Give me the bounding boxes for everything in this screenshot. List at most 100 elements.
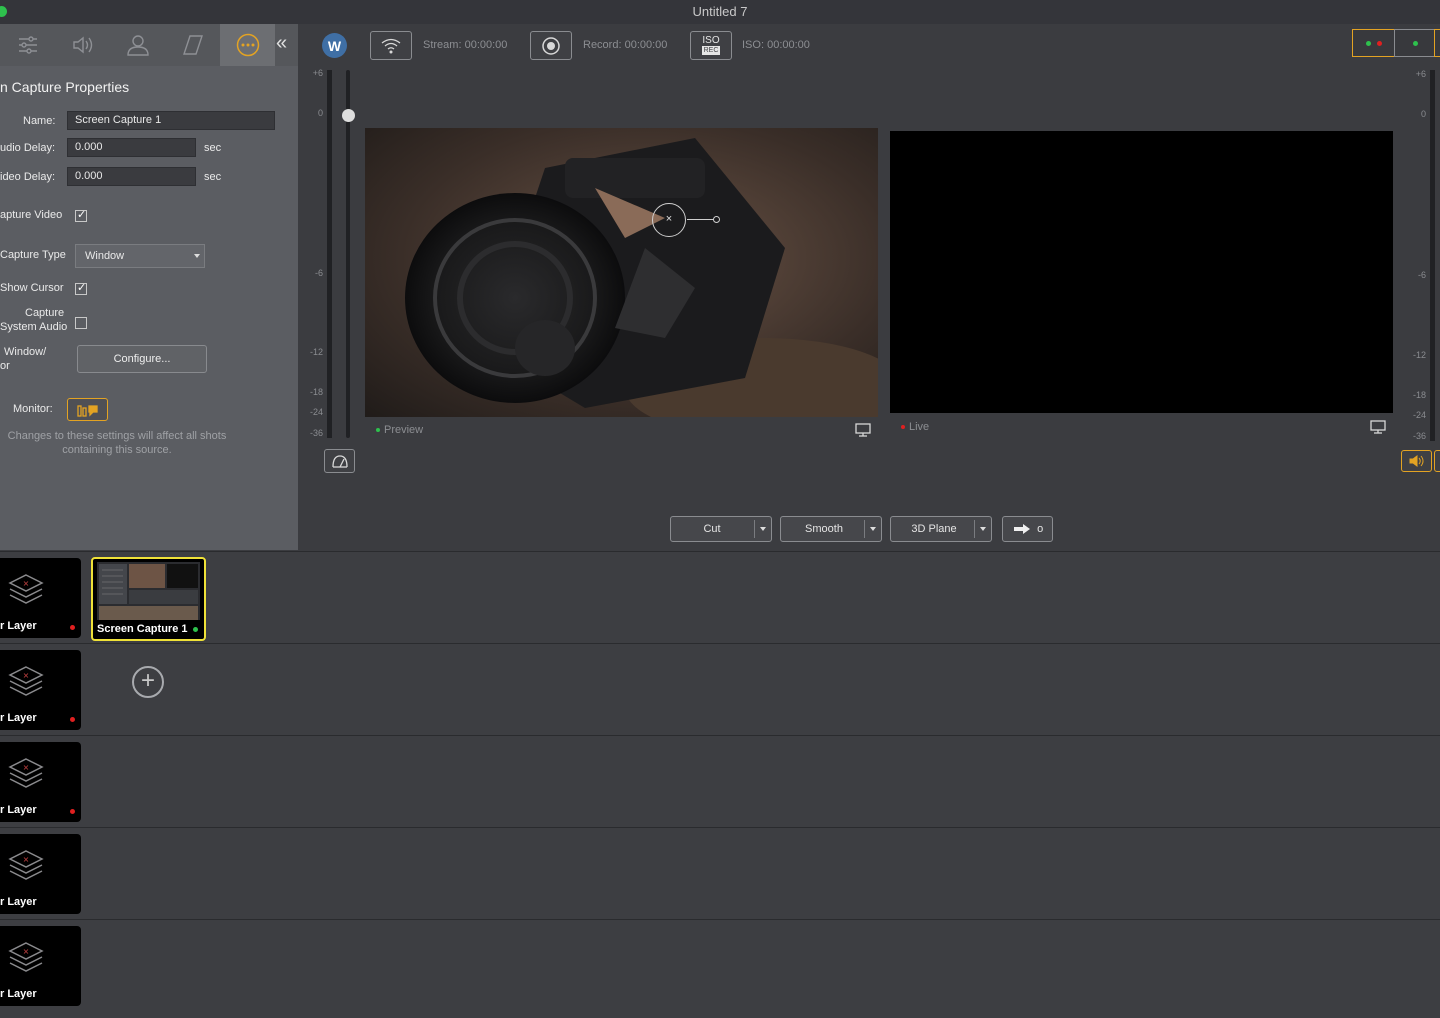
settings-note-line-2: containing this source.: [62, 444, 172, 456]
name-label: Name:: [23, 115, 56, 127]
speaker-icon: [72, 36, 92, 54]
meter-tick: -36: [1412, 431, 1426, 441]
tab-more[interactable]: [220, 24, 275, 66]
tab-person[interactable]: [110, 24, 165, 66]
layout-status-3[interactable]: [1434, 29, 1440, 57]
wirecast-logo[interactable]: W: [322, 33, 347, 58]
live-monitor[interactable]: [890, 131, 1393, 413]
properties-tabs: «: [0, 24, 298, 66]
transition-cut-select[interactable]: Cut: [670, 516, 772, 542]
svg-text:×: ×: [23, 763, 30, 772]
shot-tile-selected[interactable]: Screen Capture 1: [91, 557, 206, 641]
live-status-dot: [70, 625, 75, 630]
go-button[interactable]: o: [1002, 516, 1053, 542]
zoom-crosshair-handle-line: [687, 219, 714, 220]
layout-status-1[interactable]: [1352, 29, 1395, 57]
tab-settings[interactable]: [0, 24, 55, 66]
capture-type-value: Window: [85, 250, 125, 262]
meter-tick: 0: [1420, 109, 1426, 119]
video-delay-field[interactable]: 0.000: [67, 167, 196, 186]
arrow-right-icon: [1014, 524, 1030, 535]
zoom-crosshair-control[interactable]: ×: [652, 203, 686, 237]
layer-label: r Layer: [0, 620, 37, 632]
settings-note-line-1: Changes to these settings will affect al…: [7, 430, 227, 442]
more-icon: [236, 33, 259, 57]
preview-video-frame: [365, 128, 878, 417]
layer-row: × r Layer Screen Capture 1: [0, 551, 1440, 643]
layer-tile[interactable]: × r Layer: [0, 926, 81, 1006]
iso-time: 00:00:00: [767, 39, 810, 51]
status-dot: [1366, 41, 1371, 46]
layers-icon: ×: [8, 758, 44, 788]
layers-icon: ×: [8, 942, 44, 972]
iso-label: ISO:: [742, 39, 765, 51]
stream-time: 00:00:00: [464, 39, 508, 51]
capture-video-checkbox[interactable]: [75, 208, 87, 222]
record-icon: [542, 36, 560, 55]
status-dot: [1377, 41, 1382, 46]
display-icon[interactable]: [855, 423, 871, 437]
divider: [974, 520, 975, 538]
layers-icon: ×: [8, 850, 44, 880]
name-field[interactable]: Screen Capture 1: [67, 111, 275, 130]
meter-tick: -12: [1412, 350, 1426, 360]
window-title: Untitled 7: [692, 4, 748, 19]
video-delay-label: ideo Delay:: [0, 171, 56, 183]
iso-badge-top: ISO: [702, 35, 720, 46]
monitor-label: Monitor:: [13, 403, 53, 415]
record-button[interactable]: [530, 31, 572, 60]
capture-system-audio-checkbox[interactable]: [75, 317, 87, 329]
display-icon[interactable]: [1370, 420, 1386, 434]
stream-label: Stream:: [423, 39, 462, 51]
audio-monitor-button[interactable]: [1401, 450, 1432, 472]
preview-status-dot: [193, 627, 198, 632]
layer-tile[interactable]: × r Layer: [0, 834, 81, 914]
tab-crop[interactable]: [165, 24, 220, 66]
stream-button[interactable]: [370, 31, 412, 60]
status-dot: [1413, 41, 1418, 46]
audio-delay-field[interactable]: 0.000: [67, 138, 196, 157]
layer-tile[interactable]: × r Layer: [0, 558, 81, 638]
layout-status-2[interactable]: [1394, 29, 1435, 57]
title-bar: Untitled 7: [0, 0, 1440, 24]
layer-tile[interactable]: × r Layer: [0, 742, 81, 822]
iso-record-button[interactable]: ISO REC: [690, 31, 732, 60]
meter-tick: -6: [314, 268, 323, 278]
meter-tick: -18: [1412, 390, 1426, 400]
preview-status-dot: [376, 428, 380, 433]
tab-audio[interactable]: [55, 24, 110, 66]
settings-note: Changes to these settings will affect al…: [0, 429, 234, 457]
preview-monitor[interactable]: ×: [365, 128, 878, 417]
configure-button[interactable]: Configure...: [77, 345, 207, 373]
wifi-icon: [381, 38, 401, 53]
zoom-crosshair-handle[interactable]: [713, 216, 720, 223]
capture-type-select[interactable]: Window: [75, 244, 205, 268]
layers-icon: ×: [8, 574, 44, 604]
window-close-button[interactable]: [0, 6, 7, 17]
layer-label: r Layer: [0, 988, 37, 1000]
live-status-dot: [70, 809, 75, 814]
master-volume-fader[interactable]: [346, 70, 350, 438]
window-label-1: Window/: [4, 346, 47, 358]
collapse-icon[interactable]: «: [276, 32, 287, 55]
transition-3d-plane-select[interactable]: 3D Plane: [890, 516, 992, 542]
audio-settings-button[interactable]: [324, 449, 355, 473]
meter-tick: +6: [312, 68, 323, 78]
person-icon: [126, 35, 149, 56]
window-label-2: or: [0, 360, 10, 372]
master-volume-knob[interactable]: [342, 109, 355, 122]
show-cursor-checkbox[interactable]: [75, 281, 87, 295]
transition-smooth-select[interactable]: Smooth: [780, 516, 882, 542]
layer-tile[interactable]: × r Layer: [0, 650, 81, 730]
iso-badge-bottom: REC: [701, 46, 721, 55]
audio-monitor-button-2[interactable]: [1434, 450, 1440, 472]
iso-status: ISO: 00:00:00: [742, 39, 810, 51]
live-status-dot: [70, 717, 75, 722]
audio-monitor-icon: [76, 404, 98, 417]
add-shot-button[interactable]: +: [132, 666, 164, 698]
sliders-icon: [18, 36, 37, 54]
capture-system-audio-label-1: Capture: [25, 307, 65, 319]
monitor-button[interactable]: [67, 398, 108, 421]
layers-area: × r Layer Screen Capture 1 × r Layer + ×…: [0, 551, 1440, 1018]
layer-row: × r Layer +: [0, 643, 1440, 735]
